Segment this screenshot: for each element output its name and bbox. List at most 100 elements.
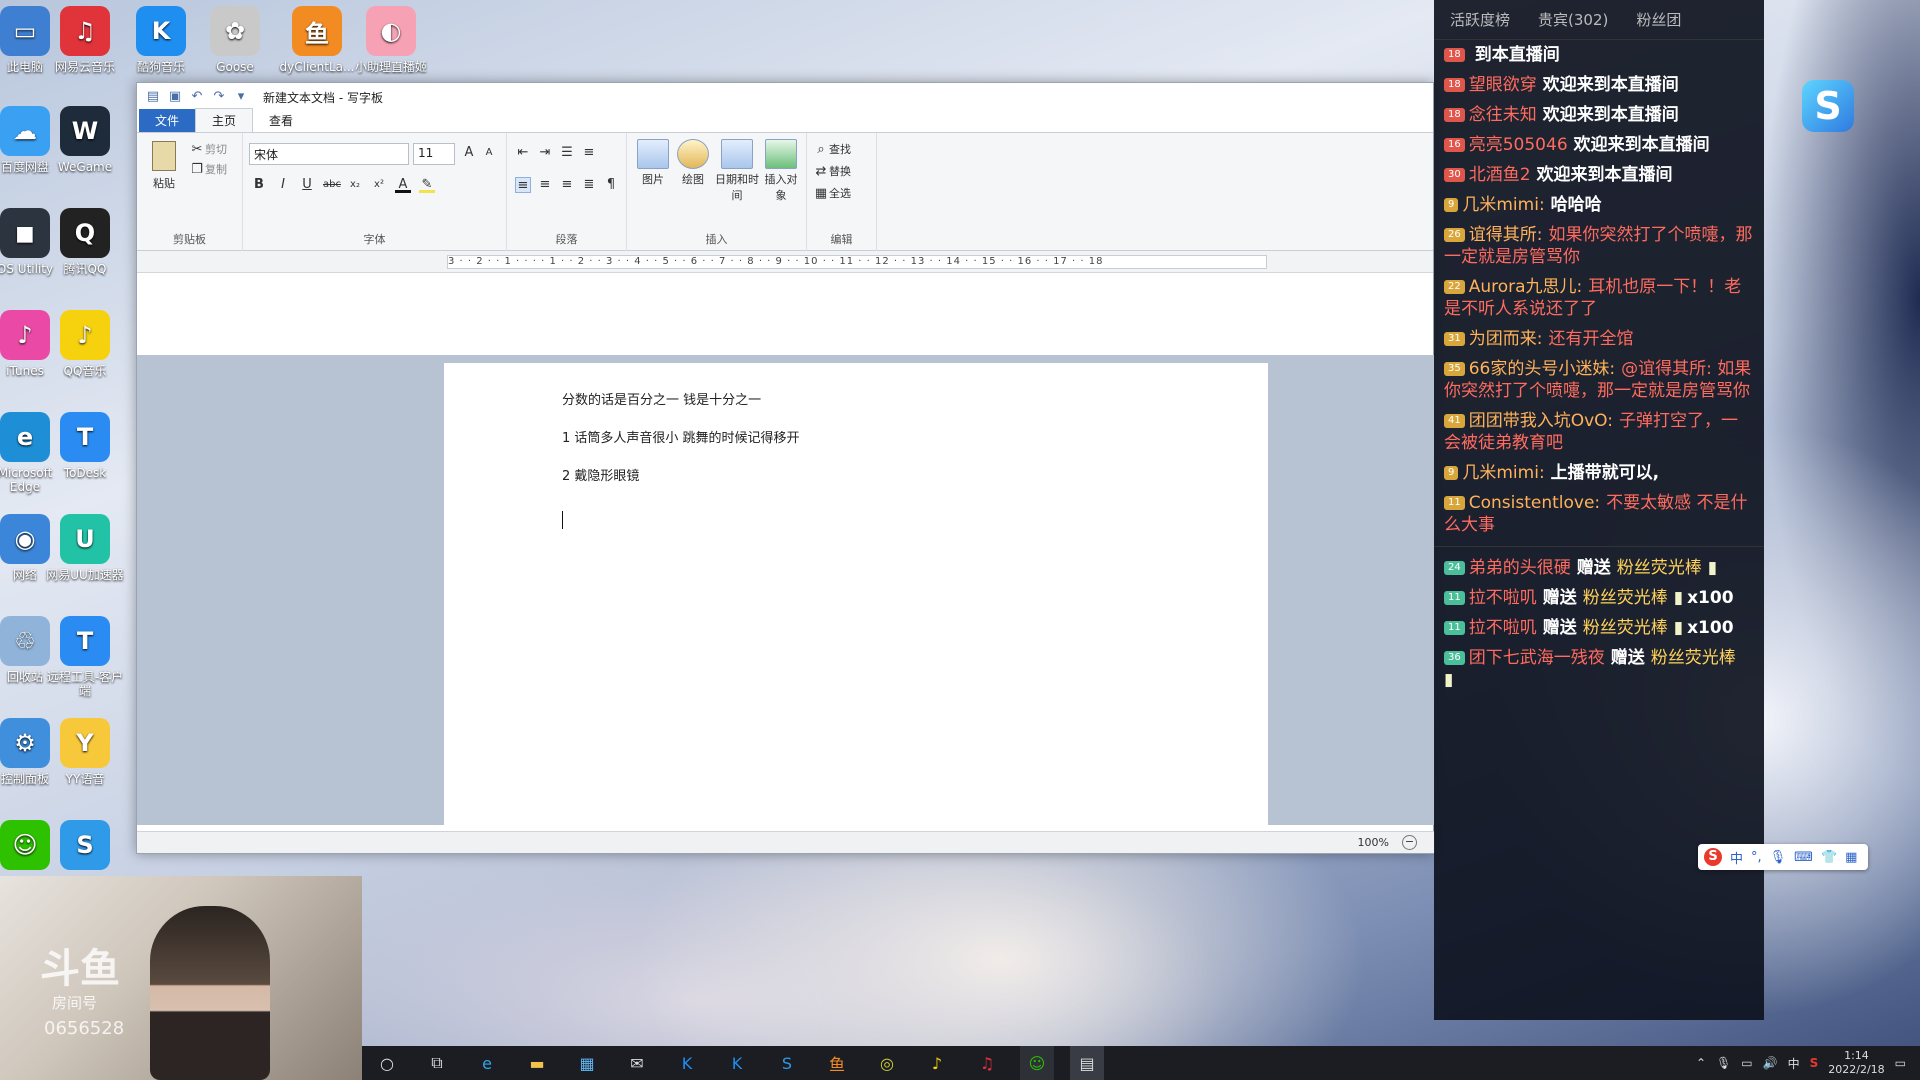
- paragraph-settings-icon[interactable]: ¶: [603, 177, 619, 193]
- redo-icon[interactable]: ↷: [211, 89, 227, 105]
- chat-nickname[interactable]: 66家的头号小迷妹:: [1469, 359, 1615, 379]
- bold-icon[interactable]: B: [251, 177, 267, 193]
- microphone-icon[interactable]: 🎙: [1770, 850, 1787, 865]
- zoom-out-icon[interactable]: −: [1402, 835, 1417, 850]
- insert-datetime-button[interactable]: 日期和时间: [715, 139, 759, 203]
- tray-network-icon[interactable]: ▭: [1741, 1056, 1752, 1070]
- desktop-icon[interactable]: Q 腾讯QQ: [42, 208, 128, 276]
- store-icon[interactable]: ▦: [570, 1046, 604, 1080]
- tray-volume-icon[interactable]: 🔊: [1763, 1056, 1778, 1070]
- tab-fan-club[interactable]: 粉丝团: [1636, 9, 1681, 30]
- chat-nickname[interactable]: 团团带我入坑OvO:: [1469, 411, 1613, 431]
- underline-icon[interactable]: U: [299, 177, 315, 193]
- desktop-icon[interactable]: T ToDesk: [42, 412, 128, 480]
- align-right-icon[interactable]: ≡: [559, 177, 575, 193]
- obs-taskbar-icon[interactable]: ◎: [870, 1046, 904, 1080]
- desktop-icon[interactable]: ◐ 小助理直播姬: [348, 6, 434, 74]
- tray-ime[interactable]: 中: [1788, 1055, 1800, 1072]
- tab-home[interactable]: 主页: [195, 108, 254, 132]
- justify-icon[interactable]: ≣: [581, 177, 597, 193]
- toolbox-icon[interactable]: ▦: [1845, 850, 1857, 865]
- gift-sender[interactable]: 拉不啦叽: [1469, 618, 1537, 638]
- file-explorer-icon[interactable]: ▬: [520, 1046, 554, 1080]
- bullet-list-icon[interactable]: ☰: [559, 145, 575, 161]
- grow-font-icon[interactable]: A: [461, 145, 477, 161]
- align-center-icon[interactable]: ≡: [537, 177, 553, 193]
- ruler[interactable]: 3 · · 2 · · 1 · · · · 1 · · 2 · · 3 · · …: [137, 251, 1433, 273]
- copy-button[interactable]: ❐ 复制: [189, 161, 227, 178]
- ime-toolbar[interactable]: S 中 °, 🎙 ⌨ 👕 ▦: [1698, 844, 1868, 870]
- increase-indent-icon[interactable]: ⇥: [537, 145, 553, 161]
- insert-picture-button[interactable]: 图片: [635, 139, 671, 187]
- desktop-icon[interactable]: Y YY语音: [42, 718, 128, 786]
- chat-nickname[interactable]: 亮亮505046: [1469, 135, 1568, 155]
- desktop-icon[interactable]: ♫ 网易云音乐: [42, 6, 128, 74]
- replace-button[interactable]: ⇄ 替换: [813, 163, 851, 180]
- line-spacing-icon[interactable]: ≡: [581, 145, 597, 161]
- douyu-taskbar-icon[interactable]: 鱼: [820, 1046, 854, 1080]
- chat-nickname[interactable]: 为团而来:: [1469, 329, 1543, 349]
- punctuation-icon[interactable]: °,: [1751, 850, 1762, 865]
- cut-button[interactable]: ✂ 剪切: [189, 141, 227, 158]
- italic-icon[interactable]: I: [275, 177, 291, 193]
- task-view-icon[interactable]: ⧉: [420, 1046, 454, 1080]
- insert-object-button[interactable]: 插入对象: [761, 139, 801, 203]
- font-size-select[interactable]: 11: [413, 143, 455, 165]
- document-area[interactable]: 分数的话是百分之一 钱是十分之一 1 话筒多人声音很小 跳舞的时候记得移开 2 …: [137, 355, 1435, 833]
- undo-icon[interactable]: ↶: [189, 89, 205, 105]
- gift-sender[interactable]: 团下七武海一残夜: [1469, 648, 1605, 668]
- align-left-icon[interactable]: ≡: [515, 177, 531, 193]
- highlight-icon[interactable]: ✎: [419, 177, 435, 193]
- strikethrough-icon[interactable]: abc: [323, 177, 341, 193]
- decrease-indent-icon[interactable]: ⇤: [515, 145, 531, 161]
- chat-nickname[interactable]: 望眼欲穿: [1469, 75, 1537, 95]
- tab-vip[interactable]: 贵宾(302): [1538, 9, 1608, 30]
- chat-nickname[interactable]: 北酒鱼2: [1469, 165, 1531, 185]
- tray-clock[interactable]: 1:14 2022/2/18: [1828, 1049, 1884, 1077]
- text-color-icon[interactable]: A: [395, 177, 411, 193]
- tray-sogou-icon[interactable]: S: [1810, 1056, 1819, 1070]
- insert-drawing-button[interactable]: 绘图: [675, 139, 711, 187]
- wordpad-window[interactable]: ▤ ▣ ↶ ↷ ▾ 新建文本文档 - 写字板 文件 主页 查看 粘贴 ✂ 剪切 ❐…: [136, 82, 1435, 854]
- chat-nickname[interactable]: 几米mimi:: [1462, 195, 1544, 215]
- kugou2-taskbar-icon[interactable]: K: [720, 1046, 754, 1080]
- shrink-font-icon[interactable]: A: [481, 145, 497, 161]
- tab-active-rank[interactable]: 活跃度榜: [1450, 9, 1510, 30]
- gift-sender[interactable]: 弟弟的头很硬: [1469, 558, 1571, 578]
- s-app-taskbar-icon[interactable]: S: [770, 1046, 804, 1080]
- keyboard-icon[interactable]: ⌨: [1794, 850, 1813, 865]
- gift-sender[interactable]: 拉不啦叽: [1469, 588, 1537, 608]
- chat-nickname[interactable]: Aurora九思儿:: [1469, 277, 1583, 297]
- subscript-icon[interactable]: x₂: [347, 177, 363, 193]
- desktop-icon[interactable]: ✿ Goose: [192, 6, 278, 74]
- select-all-button[interactable]: ▦ 全选: [813, 185, 851, 202]
- kugou-taskbar-icon[interactable]: K: [670, 1046, 704, 1080]
- ime-mode[interactable]: 中: [1730, 848, 1743, 867]
- font-family-select[interactable]: 宋体: [249, 143, 409, 165]
- chat-nickname[interactable]: 几米mimi:: [1462, 463, 1544, 483]
- superscript-icon[interactable]: x²: [371, 177, 387, 193]
- desktop-icon[interactable]: W WeGame: [42, 106, 128, 174]
- search-icon[interactable]: ○: [370, 1046, 404, 1080]
- chat-nickname[interactable]: 念往未知: [1469, 105, 1537, 125]
- tray-expand-icon[interactable]: ⌃: [1696, 1056, 1706, 1070]
- wordpad-taskbar-icon[interactable]: ▤: [1070, 1046, 1104, 1080]
- chat-nickname[interactable]: Consistentlove:: [1469, 493, 1600, 513]
- find-button[interactable]: ⌕ 查找: [813, 141, 851, 158]
- tab-file[interactable]: 文件: [139, 109, 196, 132]
- qqmusic-taskbar-icon[interactable]: ♪: [920, 1046, 954, 1080]
- mail-icon[interactable]: ✉: [620, 1046, 654, 1080]
- skin-icon[interactable]: 👕: [1821, 850, 1837, 865]
- chat-nickname[interactable]: 谊得其所:: [1469, 225, 1543, 245]
- desktop-icon[interactable]: U 网易UU加速器: [42, 514, 128, 582]
- tab-view[interactable]: 查看: [253, 109, 309, 132]
- paste-button[interactable]: 粘贴: [149, 141, 179, 191]
- save-icon[interactable]: ▣: [167, 89, 183, 105]
- desktop-icon[interactable]: S: [42, 820, 128, 874]
- desktop-icon[interactable]: ♪ QQ音乐: [42, 310, 128, 378]
- wechat-taskbar-icon[interactable]: ☺: [1020, 1046, 1054, 1080]
- quick-access-dropdown-icon[interactable]: ▾: [233, 89, 249, 105]
- desktop-icon[interactable]: T 远程工具-客户端: [42, 616, 128, 698]
- edge-taskbar-icon[interactable]: e: [470, 1046, 504, 1080]
- notification-icon[interactable]: ▭: [1895, 1056, 1906, 1070]
